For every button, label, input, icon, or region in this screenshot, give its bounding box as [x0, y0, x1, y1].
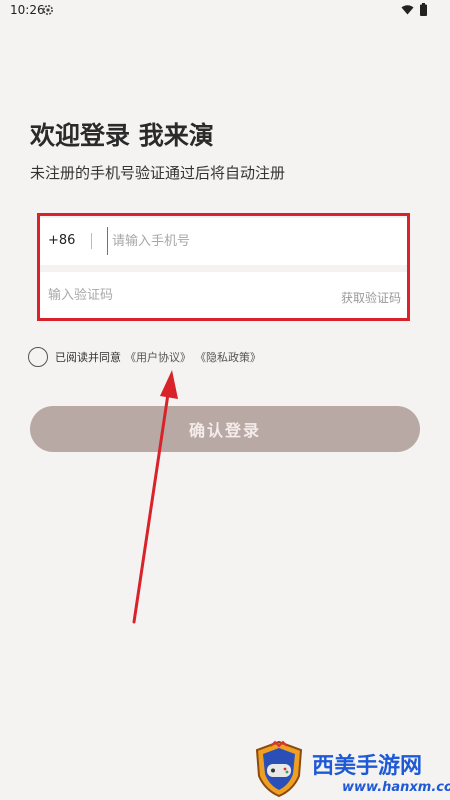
- watermark-url: www.hanxm.com: [342, 780, 450, 795]
- get-code-button[interactable]: 获取验证码: [341, 289, 401, 306]
- agreement-text: 已阅读并同意: [55, 351, 121, 364]
- privacy-policy-link[interactable]: 《隐私政策》: [195, 349, 261, 365]
- gear-icon: [43, 5, 53, 15]
- country-code-selector[interactable]: +86: [48, 233, 75, 248]
- page-title: 欢迎登录 我来演: [30, 121, 214, 150]
- verification-code-input[interactable]: [48, 281, 298, 309]
- agreement-row: 已阅读并同意 《用户协议》 《隐私政策》: [28, 346, 261, 368]
- page-subtitle: 未注册的手机号验证通过后将自动注册: [30, 164, 286, 182]
- user-agreement-link[interactable]: 《用户协议》: [125, 349, 191, 365]
- phone-input[interactable]: [107, 227, 402, 255]
- status-time: 10:26: [10, 3, 45, 17]
- watermark-title: 西美手游网: [312, 754, 423, 779]
- wifi-icon: [401, 5, 414, 15]
- battery-icon: [420, 3, 427, 16]
- login-button[interactable]: 确认登录: [30, 406, 420, 452]
- status-bar: 10:26: [0, 0, 450, 22]
- agree-checkbox[interactable]: [28, 347, 48, 367]
- verification-row: 获取验证码: [40, 272, 410, 319]
- watermark: 西美手游网 www.hanxm.com: [250, 740, 450, 800]
- gamepad-shield-icon: [255, 740, 303, 798]
- phone-row: +86: [40, 218, 410, 265]
- divider: [91, 233, 92, 249]
